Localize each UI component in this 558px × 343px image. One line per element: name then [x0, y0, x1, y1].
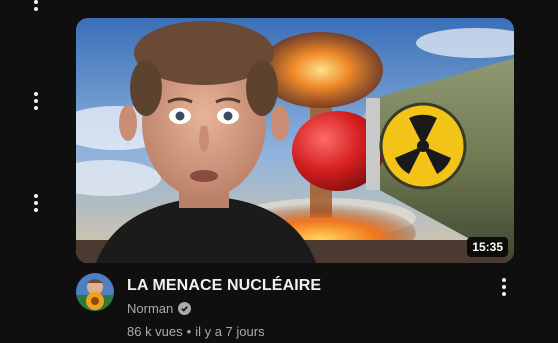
channel-avatar[interactable]: [76, 273, 114, 311]
more-options-icon[interactable]: [28, 90, 44, 112]
channel-name-row[interactable]: Norman: [127, 301, 192, 316]
view-count: 86 k vues: [127, 324, 183, 339]
channel-name[interactable]: Norman: [127, 301, 173, 316]
more-options-icon[interactable]: [28, 192, 44, 214]
video-thumbnail[interactable]: 15:35: [76, 18, 514, 263]
more-options-icon[interactable]: [496, 276, 512, 298]
video-duration-badge: 15:35: [467, 237, 508, 257]
video-metadata: 86 k vues • il y a 7 jours: [127, 324, 265, 339]
meta-separator: •: [186, 324, 192, 339]
video-title[interactable]: LA MENACE NUCLÉAIRE: [127, 277, 321, 295]
thumbnail-image: [76, 18, 514, 263]
more-options-icon[interactable]: [28, 0, 44, 13]
upload-age: il y a 7 jours: [195, 324, 265, 339]
verified-check-icon: [178, 302, 192, 315]
